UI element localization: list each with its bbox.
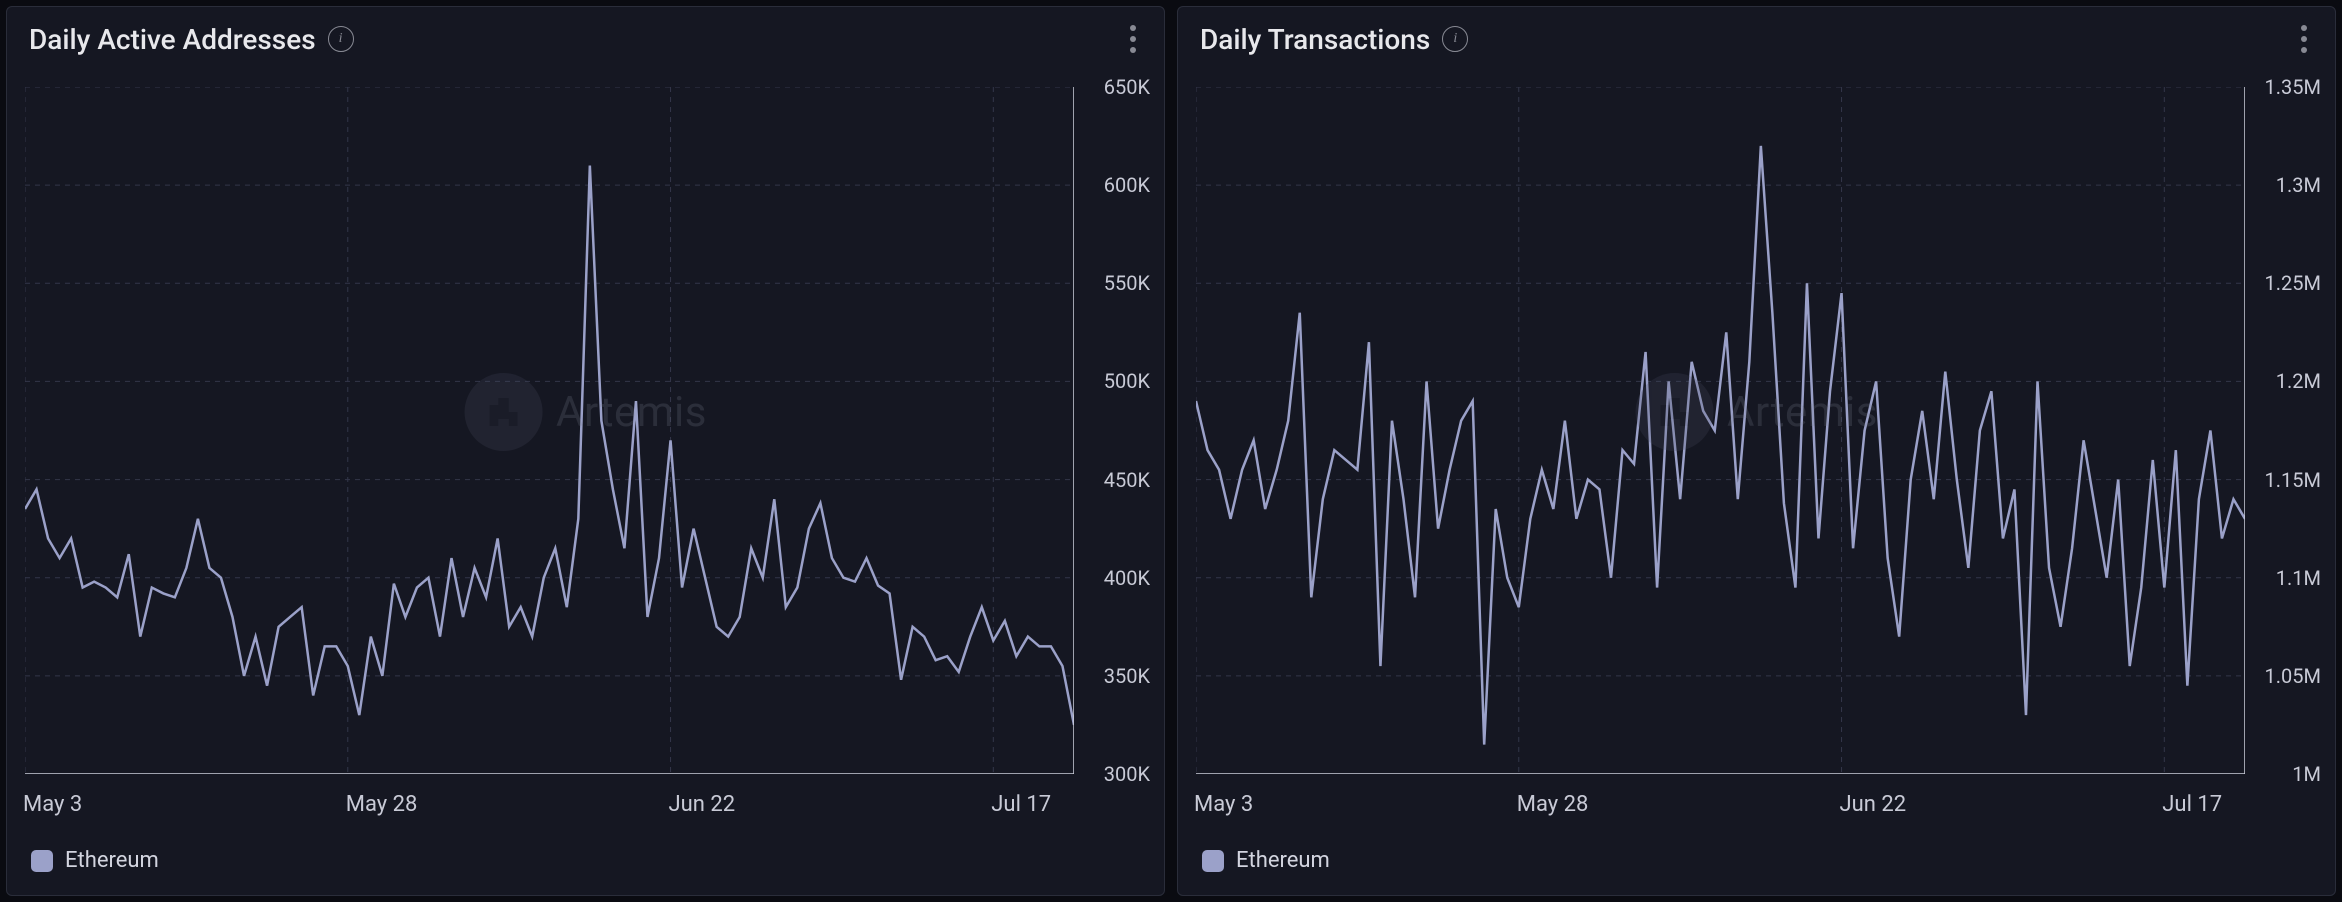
panel-title-group: Daily Active Addresses i xyxy=(29,23,354,56)
panel-header: Daily Active Addresses i xyxy=(7,7,1164,67)
y-tick-label: 1M xyxy=(2292,762,2321,786)
panel-title: Daily Transactions xyxy=(1200,23,1430,56)
y-tick-label: 1.1M xyxy=(2276,566,2321,590)
y-tick-label: 1.3M xyxy=(2276,173,2321,197)
legend[interactable]: Ethereum xyxy=(1178,834,2335,895)
panel-title-group: Daily Transactions i xyxy=(1200,23,1468,56)
chart-area[interactable]: Artemis 300K350K400K450K500K550K600K650K xyxy=(7,67,1164,786)
chart-svg[interactable] xyxy=(25,87,1074,774)
panel-header: Daily Transactions i xyxy=(1178,7,2335,67)
panel-title: Daily Active Addresses xyxy=(29,23,316,56)
y-tick-label: 650K xyxy=(1104,75,1150,99)
y-tick-label: 300K xyxy=(1104,762,1150,786)
info-icon[interactable]: i xyxy=(328,26,354,52)
x-tick-label: May 28 xyxy=(1517,792,1589,817)
legend-swatch xyxy=(1202,850,1224,872)
legend-label: Ethereum xyxy=(1236,848,1330,873)
y-tick-label: 1.2M xyxy=(2276,369,2321,393)
x-tick-label: Jun 22 xyxy=(669,792,736,817)
chart-area[interactable]: Artemis 1M1.05M1.1M1.15M1.2M1.25M1.3M1.3… xyxy=(1178,67,2335,786)
chart-svg[interactable] xyxy=(1196,87,2245,774)
y-tick-label: 500K xyxy=(1104,369,1150,393)
y-tick-label: 1.05M xyxy=(2265,664,2321,688)
x-tick-label: Jun 22 xyxy=(1840,792,1907,817)
x-tick-label: Jul 17 xyxy=(991,792,1051,817)
legend[interactable]: Ethereum xyxy=(7,834,1164,895)
info-icon[interactable]: i xyxy=(1442,26,1468,52)
chart-panel-daily-active-addresses: Daily Active Addresses i Artemis 300K350… xyxy=(6,6,1165,896)
y-tick-label: 400K xyxy=(1104,566,1150,590)
legend-label: Ethereum xyxy=(65,848,159,873)
kebab-menu-icon[interactable] xyxy=(2295,19,2313,59)
x-axis-labels: May 3 May 28 Jun 22 Jul 17 xyxy=(25,786,1074,834)
y-tick-label: 1.25M xyxy=(2265,271,2321,295)
x-axis-labels: May 3 May 28 Jun 22 Jul 17 xyxy=(1196,786,2245,834)
y-tick-label: 1.35M xyxy=(2265,75,2321,99)
y-tick-label: 600K xyxy=(1104,173,1150,197)
y-tick-label: 450K xyxy=(1104,468,1150,492)
x-tick-label: May 28 xyxy=(346,792,418,817)
x-tick-label: Jul 17 xyxy=(2162,792,2222,817)
kebab-menu-icon[interactable] xyxy=(1124,19,1142,59)
y-tick-label: 350K xyxy=(1104,664,1150,688)
legend-swatch xyxy=(31,850,53,872)
chart-panel-daily-transactions: Daily Transactions i Artemis 1M1.05M1.1M… xyxy=(1177,6,2336,896)
x-tick-label: May 3 xyxy=(23,792,82,817)
y-tick-label: 550K xyxy=(1104,271,1150,295)
x-tick-label: May 3 xyxy=(1194,792,1253,817)
y-tick-label: 1.15M xyxy=(2265,468,2321,492)
